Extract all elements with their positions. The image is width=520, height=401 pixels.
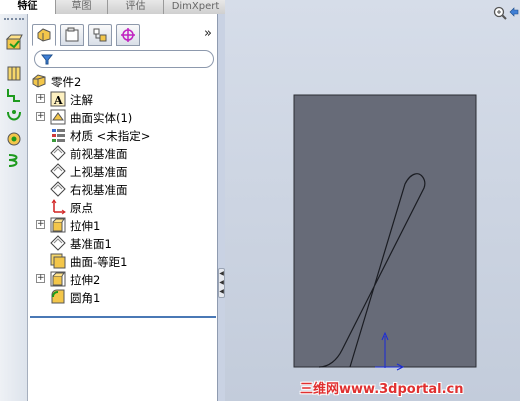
feature-command-strip xyxy=(0,14,28,401)
filter-icon xyxy=(41,54,53,65)
tree-item-label: 上视基准面 xyxy=(70,165,128,179)
command-manager-tabs: 特征 草图 评估 DimXpert xyxy=(0,0,228,14)
tab-feature-tree[interactable] xyxy=(32,24,56,46)
toolbar-grip[interactable] xyxy=(4,18,24,22)
rollback-bar[interactable] xyxy=(30,316,216,318)
tree-item-label: 拉伸2 xyxy=(70,273,101,287)
tab-dimxpert[interactable]: DimXpert xyxy=(164,0,228,14)
view-orientation-icon[interactable] xyxy=(509,7,519,17)
tree-item-origin[interactable]: 原点 xyxy=(28,198,218,216)
watermark: 三维网www.3dportal.cn xyxy=(300,382,464,397)
svg-text:A: A xyxy=(53,94,63,107)
feature-manager-panel: » 零件2 + A 注解 + 曲面实体(1) 材质 <未指定> 前视基准面 上视… xyxy=(28,14,218,401)
expand-toggle[interactable]: + xyxy=(36,274,45,283)
tree-item-offset-surface1[interactable]: 曲面-等距1 xyxy=(28,252,218,270)
part-icon xyxy=(32,74,46,88)
material-icon xyxy=(52,129,65,142)
dimxpert-icon xyxy=(121,28,135,42)
tree-item-label: 圆角1 xyxy=(70,291,101,305)
surface-extrude-icon[interactable] xyxy=(5,64,23,82)
tree-item-label: 原点 xyxy=(70,201,93,215)
tab-dimxpert-manager[interactable] xyxy=(116,24,140,46)
tree-item-label: 曲面实体(1) xyxy=(70,111,133,125)
tree-root[interactable]: 零件2 xyxy=(28,72,218,90)
origin-icon xyxy=(51,199,66,215)
panel-splitter[interactable]: ◀ ◀ ◀ xyxy=(218,268,225,298)
tab-evaluate[interactable]: 评估 xyxy=(108,0,164,14)
expand-toggle[interactable]: + xyxy=(36,112,45,121)
fillet-icon xyxy=(51,289,65,304)
feature-tree-icon xyxy=(37,28,51,42)
panel-tabs: » xyxy=(28,24,218,50)
part-name: 零件2 xyxy=(51,75,82,89)
more-tabs-button[interactable]: » xyxy=(204,26,212,41)
tab-configuration-manager[interactable] xyxy=(88,24,112,46)
graphics-area[interactable] xyxy=(225,0,520,401)
zoom-to-fit-icon[interactable] xyxy=(493,6,507,20)
tree-item-surface-bodies[interactable]: + 曲面实体(1) xyxy=(28,108,218,126)
tab-property-manager[interactable] xyxy=(60,24,84,46)
tree-item-label: 注解 xyxy=(70,93,93,107)
extrude-icon xyxy=(50,217,66,233)
plane-icon xyxy=(50,145,66,161)
loft-icon[interactable] xyxy=(5,108,23,126)
offset-surface-icon xyxy=(50,253,66,269)
tree-item-plane1[interactable]: 基准面1 xyxy=(28,234,218,252)
extruded-boss-icon[interactable] xyxy=(5,34,23,52)
property-manager-icon xyxy=(65,27,79,42)
expand-toggle[interactable]: + xyxy=(36,94,45,103)
tree-item-annotations[interactable]: + A 注解 xyxy=(28,90,218,108)
extrude-icon xyxy=(50,271,66,287)
tree-item-top-plane[interactable]: 上视基准面 xyxy=(28,162,218,180)
tree-item-label: 曲面-等距1 xyxy=(70,255,128,269)
helix-icon[interactable] xyxy=(5,152,23,170)
tree-item-extrude2[interactable]: + 拉伸2 xyxy=(28,270,218,288)
sweep-icon[interactable] xyxy=(5,86,23,104)
part-model[interactable] xyxy=(225,0,520,401)
plane-icon xyxy=(50,163,66,179)
tree-item-right-plane[interactable]: 右视基准面 xyxy=(28,180,218,198)
annotation-icon: A xyxy=(50,91,66,107)
tab-sketch[interactable]: 草图 xyxy=(56,0,108,14)
tree-item-label: 拉伸1 xyxy=(70,219,101,233)
plane-icon xyxy=(50,235,66,251)
tree-item-label: 基准面1 xyxy=(70,237,112,251)
part-face[interactable] xyxy=(293,94,477,368)
tree-item-label: 右视基准面 xyxy=(70,183,128,197)
plane-icon xyxy=(50,181,66,197)
surface-bodies-icon xyxy=(50,109,66,125)
tree-item-fillet1[interactable]: 圆角1 xyxy=(28,288,218,306)
configuration-icon xyxy=(93,28,107,42)
tree-item-front-plane[interactable]: 前视基准面 xyxy=(28,144,218,162)
tab-features[interactable]: 特征 xyxy=(0,0,56,14)
tree-item-material[interactable]: 材质 <未指定> xyxy=(28,126,218,144)
expand-toggle[interactable]: + xyxy=(36,220,45,229)
tree-filter-field[interactable] xyxy=(34,50,214,68)
tree-item-label: 材质 <未指定> xyxy=(70,129,151,143)
fill-surface-icon[interactable] xyxy=(5,130,23,148)
tree-item-label: 前视基准面 xyxy=(70,147,128,161)
tree-item-extrude1[interactable]: + 拉伸1 xyxy=(28,216,218,234)
